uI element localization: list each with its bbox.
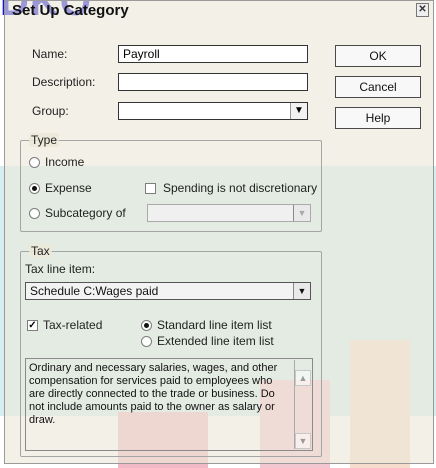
type-group-title: Type	[29, 133, 60, 147]
scroll-down-icon[interactable]: ▼	[295, 433, 311, 449]
title-bar[interactable]: Set Up Category ✕	[5, 1, 433, 21]
name-label: Name:	[32, 47, 68, 61]
chevron-down-icon[interactable]: ▼	[290, 103, 307, 119]
group-label: Group:	[32, 104, 69, 118]
income-radio[interactable]	[29, 157, 40, 168]
description-input[interactable]	[118, 73, 308, 91]
tax-related-label: Tax-related	[43, 318, 103, 332]
scroll-up-icon[interactable]: ▲	[295, 370, 311, 386]
cancel-button[interactable]: Cancel	[335, 76, 421, 98]
tax-line-item-value: Schedule C:Wages paid	[30, 284, 159, 298]
description-label: Description:	[32, 75, 96, 89]
extended-list-radio[interactable]	[141, 336, 152, 347]
spending-not-discretionary-label: Spending is not discretionary	[163, 181, 318, 195]
ok-button[interactable]: OK	[335, 45, 421, 67]
standard-list-radio[interactable]	[141, 320, 152, 331]
expense-radio[interactable]	[29, 183, 40, 194]
set-up-category-dialog: Set Up Category ✕ Name: Description: Gro…	[4, 0, 434, 464]
close-icon[interactable]: ✕	[416, 3, 429, 17]
income-label: Income	[45, 155, 85, 169]
help-button[interactable]: Help	[335, 107, 421, 129]
tax-group: Tax Tax line item: Schedule C:Wages paid…	[20, 244, 322, 457]
standard-list-label: Standard line item list	[157, 318, 272, 332]
extended-list-label: Extended line item list	[157, 334, 274, 348]
name-input[interactable]	[118, 45, 308, 63]
tax-group-title: Tax	[29, 244, 52, 258]
type-group: Type Income Expense Spending is not disc…	[20, 133, 322, 232]
subcategory-label: Subcategory of	[45, 206, 126, 220]
dialog-title: Set Up Category	[12, 2, 129, 19]
tax-related-checkbox[interactable]: ✓	[27, 320, 38, 331]
tax-line-item-select[interactable]: Schedule C:Wages paid ▼	[25, 282, 311, 300]
subcategory-radio[interactable]	[29, 208, 40, 219]
spending-not-discretionary-checkbox[interactable]	[145, 183, 156, 194]
expense-label: Expense	[45, 181, 92, 195]
subcategory-select[interactable]: ▼	[147, 204, 311, 222]
group-select[interactable]: ▼	[118, 102, 308, 120]
chevron-down-icon[interactable]: ▼	[293, 283, 310, 299]
scrollbar[interactable]: ▲ ▼	[294, 360, 311, 449]
tax-description-text[interactable]: Ordinary and necessary salaries, wages, …	[25, 358, 313, 451]
tax-description: Ordinary and necessary salaries, wages, …	[29, 362, 278, 426]
tax-line-item-label: Tax line item:	[25, 262, 96, 276]
chevron-down-icon[interactable]: ▼	[293, 205, 310, 221]
